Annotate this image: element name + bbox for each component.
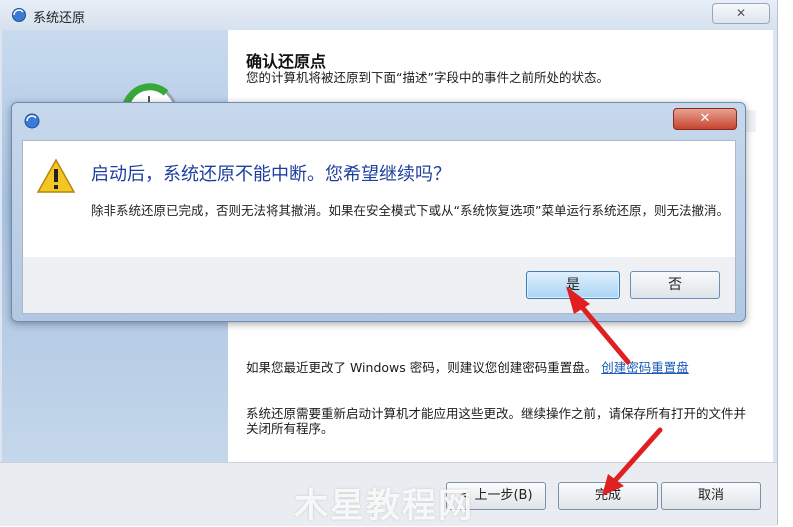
window-title-bar: 系统还原 [0, 0, 777, 30]
page-heading: 确认还原点 [246, 52, 327, 71]
warning-icon [36, 158, 76, 193]
window-close-button[interactable]: ✕ [712, 3, 770, 24]
system-restore-icon [12, 8, 26, 22]
dialog-button-bar [22, 257, 736, 314]
password-tip: 如果您最近更改了 Windows 密码，则建议您创建密码重置盘。 创建密码重置盘 [246, 360, 746, 375]
watermark: 木星教程网 [294, 486, 474, 526]
dialog-body [22, 140, 736, 259]
finish-button[interactable]: 完成 [558, 482, 658, 510]
cancel-button[interactable]: 取消 [661, 482, 761, 510]
dialog-content-text: 除非系统还原已完成，否则无法将其撤消。如果在安全模式下或从“系统恢复选项”菜单运… [91, 203, 729, 218]
dialog-close-button[interactable]: ✕ [673, 108, 737, 130]
password-tip-text: 如果您最近更改了 Windows 密码，则建议您创建密码重置盘。 [246, 360, 598, 375]
create-reset-disk-link[interactable]: 创建密码重置盘 [601, 360, 689, 375]
no-button[interactable]: 否 [630, 271, 720, 299]
yes-button[interactable]: 是 [526, 271, 620, 299]
page-description: 您的计算机将被还原到下面“描述”字段中的事件之前所处的状态。 [246, 70, 609, 85]
window-title: 系统还原 [33, 11, 86, 26]
dialog-app-icon [24, 113, 40, 129]
restart-tip: 系统还原需要重新启动计算机才能应用这些更改。继续操作之前，请保存所有打开的文件并… [246, 406, 747, 436]
dialog-main-instruction: 启动后，系统还原不能中断。您希望继续吗？ [91, 164, 451, 185]
